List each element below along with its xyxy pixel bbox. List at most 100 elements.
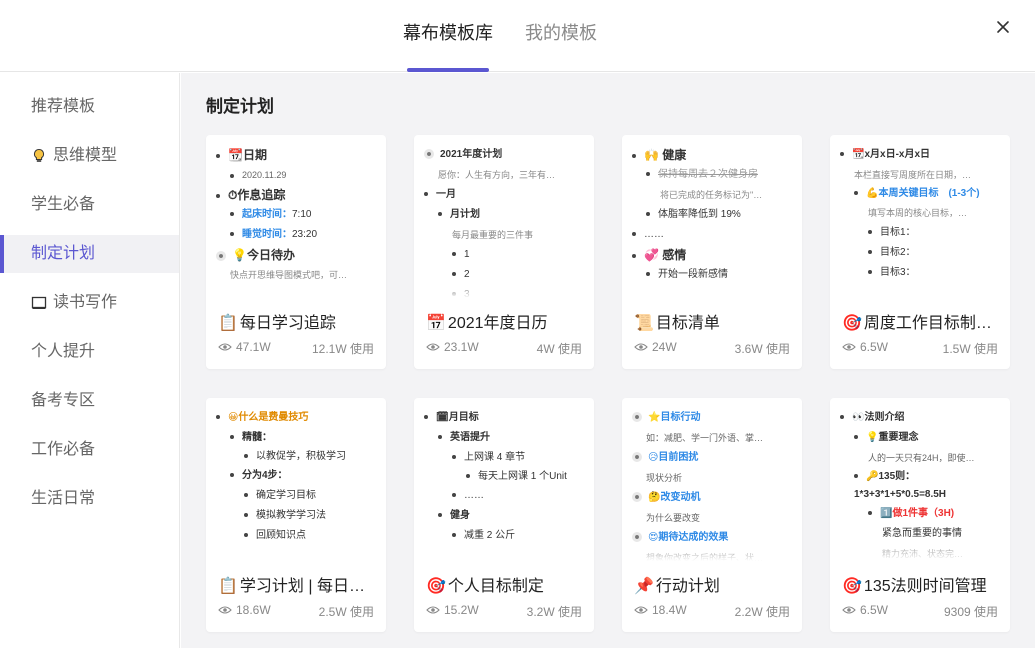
view-count-text: 24W bbox=[652, 340, 677, 354]
preview-line: 保持每周去２次健身房 bbox=[632, 165, 794, 185]
template-card[interactable]: 🙌 健康 保持每周去２次健身房 将已完成的任务标记为"… 体脂率降低到 19% …… 💞 … bbox=[622, 135, 802, 369]
preview-line: 🗓月目标 bbox=[424, 408, 586, 428]
sidebar-item-student-essentials[interactable]: 学生必备 bbox=[0, 186, 179, 224]
preview-line: 2 bbox=[424, 265, 586, 285]
template-title[interactable]: 📋 每日学习追踪 bbox=[218, 313, 380, 335]
bullet-icon bbox=[452, 252, 456, 257]
view-count: 6.5W bbox=[842, 603, 888, 617]
template-preview: 📆日期 2020.11.29 ⏱作息追踪 起床时间：7:10 睡觉时间：23:20 💡今日… bbox=[206, 135, 386, 298]
preview-text: 上网课 4 章节 bbox=[464, 452, 526, 463]
use-count: 9309 使用 bbox=[943, 605, 998, 619]
preview-text: 😥目前困扰 bbox=[648, 452, 699, 463]
preview-line: 精力充沛、状态完… bbox=[840, 544, 1002, 561]
template-title[interactable]: 📋 学习计划 | 每日… bbox=[218, 576, 380, 598]
sidebar-item-exam-prep[interactable]: 备考专区 bbox=[0, 382, 179, 420]
template-card[interactable]: 🗓月目标 英语提升 上网课 4 章节 每天上网课 1 个Unit …… 健身 减重 2 公斤… bbox=[414, 398, 594, 632]
view-count: 47.1W bbox=[218, 340, 271, 354]
sidebar-item-label: 学生必备 bbox=[31, 196, 96, 213]
sidebar-item-reading-writing[interactable]: 读书写作 bbox=[0, 284, 179, 322]
template-title[interactable]: 📌 行动计划 bbox=[634, 576, 796, 598]
sidebar-item-recommended[interactable]: 推荐模板 bbox=[0, 88, 179, 126]
tab-template-library[interactable]: 幕布模板库 bbox=[403, 21, 493, 45]
preview-line: 目标1： bbox=[840, 223, 1002, 243]
template-title[interactable]: 🎯 周度工作目标制… bbox=[842, 313, 1004, 335]
template-title-text: 135法则时间管理 bbox=[863, 578, 987, 595]
template-card[interactable]: ⭐目标行动 如：减肥、学一门外语、掌… 😥目前困扰 现状分析 🤔改变动机 为什么要改变 😍期… bbox=[622, 398, 802, 632]
tab-my-templates[interactable]: 我的模板 bbox=[525, 21, 597, 45]
preview-text: 一月 bbox=[436, 189, 456, 200]
template-preview: 😀什么是费曼技巧 精髓： 以教促学，积极学习 分为4步： 确定学习目标 模拟教学学习法 回顾… bbox=[206, 398, 386, 561]
bullet-icon bbox=[632, 452, 642, 463]
template-title[interactable]: 🎯 个人目标制定 bbox=[426, 576, 588, 598]
preview-text: 愿你：人生有方向，三年有… bbox=[438, 170, 556, 180]
view-count: 18.6W bbox=[218, 603, 271, 617]
eye-icon bbox=[842, 606, 856, 614]
template-card[interactable]: 2021年度计划 愿你：人生有方向，三年有… 一月 月计划 每月最重要的三件事 1 2 3 📅 2… bbox=[414, 135, 594, 369]
preview-text: 2 bbox=[464, 269, 470, 280]
template-preview: 🙌 健康 保持每周去２次健身房 将已完成的任务标记为"… 体脂率降低到 19% …… 💞 … bbox=[622, 135, 802, 298]
preview-text: 英语提升 bbox=[450, 432, 490, 443]
preview-text: 健身 bbox=[450, 510, 470, 521]
preview-line: 想象你改变之后的样子、状… bbox=[632, 548, 794, 561]
lightbulb-icon bbox=[33, 148, 45, 162]
preview-text: 分为4步： bbox=[242, 470, 288, 481]
template-preview: 2021年度计划 愿你：人生有方向，三年有… 一月 月计划 每月最重要的三件事 1 2 3 bbox=[414, 135, 594, 298]
template-title[interactable]: 📅 2021年度日历 bbox=[426, 313, 588, 335]
preview-line: 减重 2 公斤 bbox=[424, 526, 586, 546]
template-card[interactable]: 👀法则介绍 💡重要理念 人的一天只有24H，即使… 🔑135则：1*3+3*1+5*0… bbox=[830, 398, 1010, 632]
view-count-text: 18.4W bbox=[652, 603, 687, 617]
preview-text: 🤔改变动机 bbox=[648, 492, 701, 503]
preview-line: 确定学习目标 bbox=[216, 486, 378, 506]
use-count: 2.5W 使用 bbox=[318, 605, 374, 619]
template-title[interactable]: 📜 目标清单 bbox=[634, 313, 796, 335]
preview-text: 确定学习目标 bbox=[256, 490, 316, 501]
preview-line: ⏱作息追踪 bbox=[216, 185, 378, 205]
template-title-text: 目标清单 bbox=[655, 315, 720, 332]
template-preview: 📆x月x日-x月x日 本栏直接写周度所在日期，… 💪本周关键目标 (1-3个) 填写本… bbox=[830, 135, 1010, 298]
preview-text: 📆x月x日-x月x日 bbox=[852, 149, 931, 160]
sidebar-item-self-improvement[interactable]: 个人提升 bbox=[0, 333, 179, 371]
preview-line: 本栏直接写周度所在日期，… bbox=[840, 165, 1002, 185]
template-card[interactable]: 😀什么是费曼技巧 精髓： 以教促学，积极学习 分为4步： 确定学习目标 模拟教学学习法 回顾… bbox=[206, 398, 386, 632]
bullet-icon bbox=[646, 172, 650, 177]
preview-line: …… bbox=[424, 486, 586, 506]
preview-text: 精力充沛、状态完… bbox=[882, 549, 964, 559]
preview-line: 1️⃣做1件事（3H) bbox=[840, 504, 1002, 524]
template-title-text: 个人目标制定 bbox=[447, 578, 544, 595]
preview-text: 月计划 bbox=[450, 209, 480, 220]
use-count: 1.5W 使用 bbox=[942, 342, 998, 356]
preview-text: 目标1： bbox=[880, 227, 916, 238]
bullet-icon bbox=[646, 272, 650, 277]
sidebar-item-thinking-models[interactable]: 思维模型 bbox=[0, 137, 179, 175]
sidebar-item-label: 思维模型 bbox=[53, 147, 118, 164]
close-button[interactable] bbox=[992, 16, 1014, 38]
view-count: 23.1W bbox=[426, 340, 479, 354]
bullet-icon bbox=[452, 272, 456, 277]
bullet-icon bbox=[424, 149, 434, 160]
header-bar: 幕布模板库 我的模板 bbox=[0, 0, 1035, 72]
preview-line: 为什么要改变 bbox=[632, 508, 794, 528]
preview-line: 上网课 4 章节 bbox=[424, 448, 586, 468]
bullet-icon bbox=[854, 474, 858, 479]
eye-icon bbox=[842, 343, 856, 351]
preview-text: 📆日期 bbox=[228, 148, 267, 162]
sidebar-item-work-essentials[interactable]: 工作必备 bbox=[0, 431, 179, 469]
view-count: 18.4W bbox=[634, 603, 687, 617]
template-title[interactable]: 🎯 135法则时间管理 bbox=[842, 576, 1004, 598]
sidebar-item-planning[interactable]: 制定计划 bbox=[0, 235, 179, 273]
eye-icon bbox=[426, 606, 440, 614]
preview-text: 人的一天只有24H，即使… bbox=[868, 453, 975, 463]
preview-text: 🔑135则：1*3+3*1+5*0.5=8.5H bbox=[854, 471, 947, 500]
preview-text: 回顾知识点 bbox=[256, 530, 306, 541]
template-card[interactable]: 📆日期 2020.11.29 ⏱作息追踪 起床时间：7:10 睡觉时间：23:20 💡今日… bbox=[206, 135, 386, 369]
preview-line: 精髓： bbox=[216, 428, 378, 448]
preview-line: 英语提升 bbox=[424, 428, 586, 448]
preview-line: 👀法则介绍 bbox=[840, 408, 1002, 428]
template-card[interactable]: 📆x月x日-x月x日 本栏直接写周度所在日期，… 💪本周关键目标 (1-3个) 填写本… bbox=[830, 135, 1010, 369]
template-title-text: 学习计划 | 每日… bbox=[239, 578, 365, 595]
bullet-icon bbox=[216, 193, 220, 198]
preview-text: 保持每周去２次健身房 bbox=[658, 169, 758, 180]
bullet-icon bbox=[230, 435, 234, 440]
bullet-icon bbox=[244, 493, 248, 498]
sidebar-item-daily-life[interactable]: 生活日常 bbox=[0, 480, 179, 518]
